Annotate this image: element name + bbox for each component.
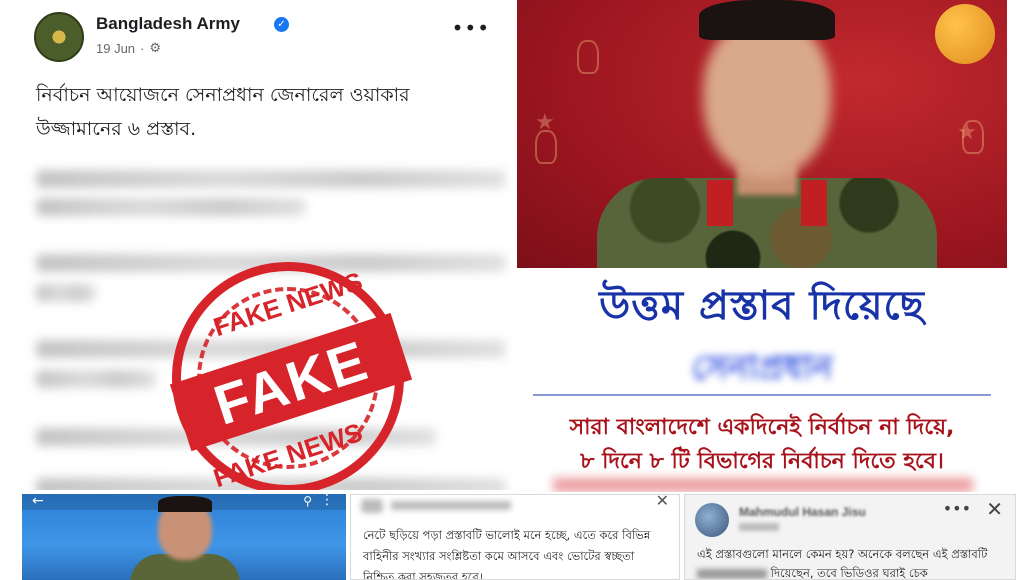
blurred-meta — [739, 523, 779, 531]
more-options-icon[interactable]: ••• — [452, 16, 490, 40]
more-options-icon[interactable]: ••• — [943, 499, 971, 518]
comment-screenshot-card: ✕ নেটে ছড়িয়ে পড়া প্রস্তাবটি ভালোই মনে… — [350, 494, 680, 580]
blurred-word — [697, 568, 767, 579]
user-avatar[interactable] — [695, 503, 729, 537]
blurred-text-line — [36, 198, 306, 216]
post-date[interactable]: 19 Jun — [96, 41, 135, 56]
star-decoration-icon: ★ — [957, 120, 977, 145]
close-icon[interactable]: ✕ — [656, 495, 669, 510]
more-vertical-icon[interactable]: ⋮ — [320, 494, 334, 508]
video-thumbnail-card[interactable]: ← ⚲ ⋮ — [22, 494, 346, 580]
comment-text: এই প্রস্তাবগুলো মানলে কেমন হয়? অনেকে বল… — [697, 545, 1009, 580]
page-name[interactable]: Bangladesh Army — [96, 14, 240, 34]
back-arrow-icon[interactable]: ← — [32, 494, 44, 509]
facebook-post: Bangladesh Army ✓ 19 Jun · ⚙ ••• নির্বাচ… — [22, 0, 514, 490]
blurred-text-line — [36, 284, 96, 302]
verified-badge-icon: ✓ — [274, 17, 289, 32]
comment-text-start: এই প্রস্তাবগুলো মানলে কেমন হয়? অনেকে বল… — [697, 547, 988, 561]
collar-tab — [801, 180, 827, 226]
search-icon[interactable]: ⚲ — [303, 494, 312, 508]
poster-blurred-line — [553, 478, 973, 492]
page-avatar[interactable] — [34, 12, 84, 62]
audience-gear-icon[interactable]: ⚙ — [149, 40, 161, 56]
blurred-avatar — [361, 499, 383, 513]
poster-line-2: ৮ দিনে ৮ টি বিভাগের নির্বাচন দিতে হবে। — [580, 449, 944, 474]
video-hair — [158, 496, 212, 512]
fake-news-stamp: FAKE NEWS FAKE FAKE NEWS — [169, 262, 413, 490]
blurred-user-name — [391, 501, 511, 510]
officer-hair — [699, 0, 835, 40]
poster-text-panel: উত্তম প্রস্তাব দিয়েছে সেনাপ্রধান সারা ব… — [517, 268, 1007, 492]
officer-portrait — [597, 0, 937, 278]
moon-decoration-icon — [935, 4, 995, 64]
poster-photo: ★ ★ — [517, 0, 1007, 278]
star-decoration-icon: ★ — [535, 110, 555, 135]
poster-line-1: সারা বাংলাদেশে একদিনেই নির্বাচন না দিয়ে… — [569, 415, 955, 440]
comment-text-end: দিয়েছেন, তবে ভিডিওর ঘরাই চেক — [770, 566, 928, 580]
poster-divider — [533, 394, 991, 396]
post-title: নির্বাচন আয়োজনে সেনাপ্রধান জেনারেল ওয়া… — [36, 84, 410, 140]
army-emblem-icon — [46, 24, 72, 50]
video-officer-figure — [130, 496, 240, 580]
post-meta: 19 Jun · ⚙ — [96, 40, 161, 56]
blurred-text-line — [36, 370, 156, 388]
poster-image: ★ ★ উত্তম প্রস্তাব দিয়েছে সেনাপ্রধান সা… — [517, 0, 1007, 492]
poster-headline: উত্তম প্রস্তাব দিয়েছে — [599, 283, 925, 329]
comment-text: নেটে ছড়িয়ে পড়া প্রস্তাবটি ভালোই মনে হ… — [363, 528, 651, 580]
lantern-decoration-icon — [577, 40, 599, 74]
lantern-decoration-icon — [535, 130, 557, 164]
post-header: Bangladesh Army ✓ 19 Jun · ⚙ ••• — [34, 10, 504, 62]
poster-blurred-subtitle: সেনাপ্রধান — [691, 348, 833, 388]
meta-separator: · — [140, 40, 145, 56]
user-name[interactable]: Mahmudul Hasan Jisu — [739, 505, 866, 519]
facebook-comment-card: Mahmudul Hasan Jisu ••• ✕ এই প্রস্তাবগুল… — [684, 494, 1016, 580]
blurred-text-line — [36, 170, 506, 188]
blurred-face — [703, 18, 831, 178]
close-icon[interactable]: ✕ — [986, 497, 1003, 521]
collar-tab — [707, 180, 733, 226]
